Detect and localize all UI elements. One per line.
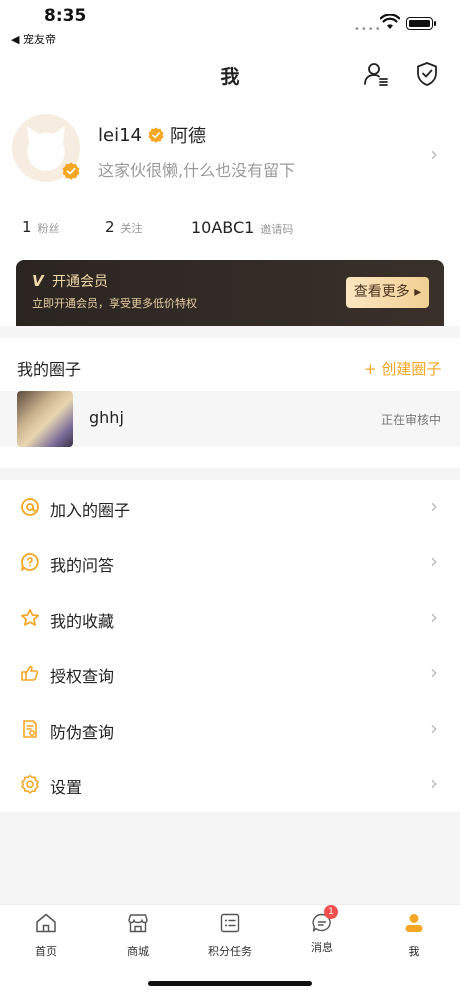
message-icon-wrap: 1 — [310, 905, 338, 935]
stat-label: 粉丝 — [37, 222, 60, 235]
my-circles-heading: 我的圈子 — [17, 360, 82, 379]
circle-name: ghhj — [89, 408, 124, 427]
status-time: 8:35 — [44, 6, 87, 26]
stat-label: 关注 — [120, 222, 143, 235]
status-bar: 8:35 ◀ 宠友帝 •••• — [0, 0, 460, 52]
menu-list: 加入的圈子 › 我的问答 › 我的收藏 › 授权查询 › 防伪查询 › 设置 › — [0, 480, 460, 812]
user-name-row: lei14 阿德 — [98, 122, 206, 148]
my-circles-section: 我的圈子 + 创建圈子 ghhj 正在审核中 — [0, 338, 460, 468]
qa-icon — [21, 553, 39, 571]
menu-item-authorization-query[interactable]: 授权查询 › — [0, 646, 460, 701]
profile-chevron-icon[interactable]: › — [430, 142, 438, 166]
nav-bar: 我 — [0, 52, 460, 98]
stat-value: 2 — [105, 218, 115, 236]
nickname: 阿德 — [169, 126, 206, 147]
home-indicator — [148, 981, 312, 986]
circle-thumbnail — [17, 391, 73, 447]
tab-points-tasks[interactable]: 积分任务 — [200, 911, 260, 959]
battery-icon — [406, 17, 436, 30]
verified-icon — [148, 127, 164, 143]
shield-check-icon[interactable] — [414, 60, 440, 88]
chevron-right-icon: › — [430, 771, 438, 795]
menu-label: 防伪查询 — [50, 723, 115, 742]
authorize-icon — [21, 665, 39, 681]
tab-store[interactable]: 商城 — [108, 911, 168, 959]
anti-fake-icon — [23, 720, 37, 738]
username: lei14 — [98, 124, 142, 146]
menu-item-favorites[interactable]: 我的收藏 › — [0, 591, 460, 646]
page-title: 我 — [220, 66, 240, 88]
vip-title: 开通会员 — [52, 274, 108, 290]
signal-icon: •••• — [354, 24, 382, 35]
verified-badge-icon — [62, 162, 80, 180]
circle-status: 正在审核中 — [381, 413, 442, 427]
me-icon — [405, 914, 423, 932]
task-icon — [220, 913, 240, 933]
menu-label: 加入的圈子 — [50, 501, 131, 520]
store-icon — [128, 914, 148, 933]
home-icon — [36, 913, 56, 933]
menu-label: 我的问答 — [50, 556, 115, 575]
joined-circle-icon — [21, 498, 39, 516]
menu-item-my-qa[interactable]: 我的问答 › — [0, 535, 460, 590]
profile-section: lei14 阿德 这家伙很懒,什么也没有留下 › 1 粉丝 2 关注 10ABC… — [0, 98, 460, 326]
tab-me[interactable]: 我 — [384, 911, 444, 959]
settings-icon — [21, 774, 39, 794]
stat-value: 10ABC1 — [191, 218, 255, 237]
unread-badge: 1 — [324, 905, 338, 919]
menu-item-anti-fake-query[interactable]: 防伪查询 › — [0, 702, 460, 757]
chevron-right-icon: › — [430, 605, 438, 629]
tab-label: 消息 — [311, 941, 333, 954]
tab-label: 积分任务 — [208, 945, 252, 958]
create-circle-button[interactable]: + 创建圈子 — [364, 358, 441, 379]
chevron-right-icon: › — [430, 716, 438, 740]
stat-invite-code[interactable]: 10ABC1 邀请码 — [191, 218, 293, 237]
star-icon — [20, 608, 40, 626]
menu-label: 授权查询 — [50, 667, 115, 686]
tab-label: 商城 — [127, 945, 149, 958]
vip-banner[interactable]: V 开通会员 立即开通会员，享受更多低价特权 查看更多 ▸ — [16, 260, 444, 326]
stat-label: 邀请码 — [260, 223, 294, 236]
menu-item-settings[interactable]: 设置 › — [0, 757, 460, 812]
vip-logo-icon: V — [32, 272, 44, 290]
stat-fans[interactable]: 1 粉丝 — [22, 218, 60, 236]
chevron-right-icon: › — [430, 549, 438, 573]
chevron-right-icon: › — [430, 660, 438, 684]
tab-home[interactable]: 首页 — [16, 911, 76, 959]
stat-following[interactable]: 2 关注 — [105, 218, 143, 236]
vip-more-button[interactable]: 查看更多 ▸ — [346, 277, 429, 308]
vip-subtitle: 立即开通会员，享受更多低价特权 — [32, 297, 197, 310]
circle-list-item[interactable]: ghhj 正在审核中 — [0, 391, 460, 447]
chevron-right-icon: › — [430, 494, 438, 518]
user-list-icon[interactable] — [362, 60, 390, 88]
tab-label: 我 — [408, 945, 420, 958]
avatar[interactable] — [12, 114, 80, 182]
tab-messages[interactable]: 1 消息 — [292, 905, 352, 955]
menu-label: 我的收藏 — [50, 612, 115, 631]
tab-label: 首页 — [35, 945, 57, 958]
wifi-icon — [380, 14, 400, 29]
menu-label: 设置 — [50, 778, 83, 797]
menu-item-joined-circles[interactable]: 加入的圈子 › — [0, 480, 460, 535]
stat-value: 1 — [22, 218, 32, 236]
user-bio: 这家伙很懒,什么也没有留下 — [98, 161, 296, 180]
back-to-app-link[interactable]: ◀ 宠友帝 — [11, 31, 56, 47]
